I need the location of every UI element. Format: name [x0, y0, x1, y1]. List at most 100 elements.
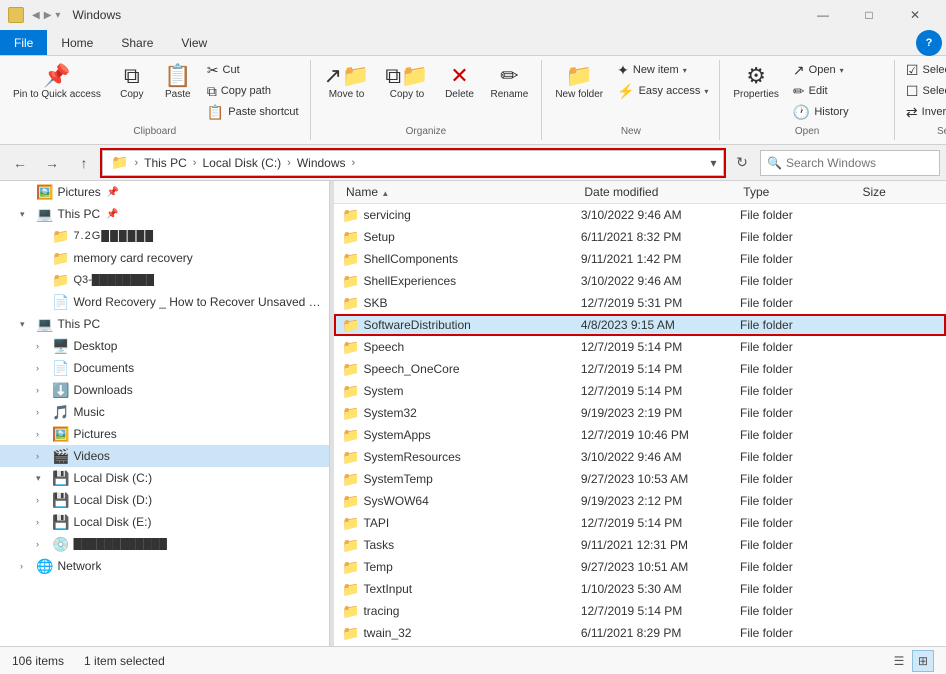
address-part-windows[interactable]: Windows [297, 156, 346, 170]
sidebar-item-q3[interactable]: 📁 Q3-████████ [0, 269, 329, 291]
folder-icon: 📁 [342, 273, 359, 290]
paste-shortcut-icon: 📋 [207, 104, 224, 121]
folder-icon: 📁 [342, 559, 359, 576]
col-header-type[interactable]: Type [739, 183, 858, 201]
file-row-tasks[interactable]: 📁 Tasks 9/11/2021 12:31 PM File folder [334, 534, 946, 556]
sidebar-item-local-disk-e[interactable]: › 💾 Local Disk (E:) [0, 511, 329, 533]
file-row-skb[interactable]: 📁 SKB 12/7/2019 5:31 PM File folder [334, 292, 946, 314]
file-row-tapi[interactable]: 📁 TAPI 12/7/2019 5:14 PM File folder [334, 512, 946, 534]
file-row-servicing[interactable]: 📁 servicing 3/10/2022 9:46 AM File folde… [334, 204, 946, 226]
properties-button[interactable]: ⚙ Properties [726, 60, 786, 126]
file-row-systemresources[interactable]: 📁 SystemResources 3/10/2022 9:46 AM File… [334, 446, 946, 468]
tab-home[interactable]: Home [47, 30, 107, 55]
up-button[interactable]: ↑ [70, 149, 98, 177]
delete-icon: ✕ [450, 65, 468, 87]
maximize-button[interactable]: □ [846, 0, 892, 30]
copy-button[interactable]: ⧉ Copy [110, 60, 154, 126]
tab-view[interactable]: View [167, 30, 221, 55]
address-bar-container: 📁 › This PC › Local Disk (C:) › Windows … [102, 150, 724, 176]
sidebar-item-this-pc-main[interactable]: ▾ 💻 This PC [0, 313, 329, 335]
file-row-shellcomponents[interactable]: 📁 ShellComponents 9/11/2021 1:42 PM File… [334, 248, 946, 270]
back-button[interactable]: ← [6, 149, 34, 177]
file-row-syswow64[interactable]: 📁 SysWOW64 9/19/2023 2:12 PM File folder [334, 490, 946, 512]
sidebar-item-blurred-1[interactable]: 📁 7.2G██████ [0, 225, 329, 247]
sidebar-item-videos[interactable]: › 🎬 Videos [0, 445, 329, 467]
file-row-system[interactable]: 📁 System 12/7/2019 5:14 PM File folder [334, 380, 946, 402]
open-button[interactable]: ↗ Open ▾ [788, 60, 888, 80]
copy-path-button[interactable]: ⧉ Copy path [202, 81, 304, 101]
list-view-button[interactable]: ⊞ [912, 650, 934, 672]
address-part-local-disk[interactable]: Local Disk (C:) [202, 156, 281, 170]
sidebar-item-blurred-drive[interactable]: › 💿 ████████████ [0, 533, 329, 555]
help-button[interactable]: ? [916, 30, 942, 56]
ribbon-group-new: 📁 New folder ✦ New item ▾ ⚡ Easy access … [542, 60, 720, 140]
folder-icon: 📁 [342, 581, 359, 598]
file-row-temp[interactable]: 📁 Temp 9/27/2023 10:51 AM File folder [334, 556, 946, 578]
select-all-button[interactable]: ☑ Select all [901, 60, 946, 80]
tab-share[interactable]: Share [107, 30, 167, 55]
select-none-button[interactable]: ☐ Select none [901, 81, 946, 101]
invert-selection-button[interactable]: ⇄ Invert selection [901, 102, 946, 122]
open-icon: ↗ [793, 62, 805, 79]
file-row-systemtemp[interactable]: 📁 SystemTemp 9/27/2023 10:53 AM File fol… [334, 468, 946, 490]
paste-button[interactable]: 📋 Paste [156, 60, 200, 126]
sidebar-item-network[interactable]: › 🌐 Network [0, 555, 329, 577]
sidebar-item-memory-card[interactable]: 📁 memory card recovery [0, 247, 329, 269]
column-headers: Name ▲ Date modified Type Size [334, 181, 946, 204]
address-dropdown-button[interactable]: ▾ [704, 150, 724, 176]
search-input[interactable] [786, 156, 933, 170]
address-part-this-pc[interactable]: This PC [144, 156, 187, 170]
window-controls: — □ ✕ [800, 0, 938, 30]
file-row-setup[interactable]: 📁 Setup 6/11/2021 8:32 PM File folder [334, 226, 946, 248]
file-row-shellexperiences[interactable]: 📁 ShellExperiences 3/10/2022 9:46 AM Fil… [334, 270, 946, 292]
rename-button[interactable]: ✏ Rename [484, 60, 536, 126]
sidebar-item-local-disk-c[interactable]: ▾ 💾 Local Disk (C:) [0, 467, 329, 489]
sidebar-item-downloads[interactable]: › ⬇️ Downloads [0, 379, 329, 401]
folder-icon: 📁 [342, 361, 359, 378]
edit-button[interactable]: ✏ Edit [788, 81, 888, 101]
address-bar[interactable]: 📁 › This PC › Local Disk (C:) › Windows … [102, 150, 704, 176]
details-view-button[interactable]: ☰ [888, 650, 910, 672]
file-row-speech[interactable]: 📁 Speech 12/7/2019 5:14 PM File folder [334, 336, 946, 358]
sidebar-item-local-disk-d[interactable]: › 💾 Local Disk (D:) [0, 489, 329, 511]
tab-file[interactable]: File [0, 30, 47, 55]
paste-shortcut-button[interactable]: 📋 Paste shortcut [202, 102, 304, 122]
file-row-speech-onecore[interactable]: 📁 Speech_OneCore 12/7/2019 5:14 PM File … [334, 358, 946, 380]
sidebar-item-pictures-main[interactable]: › 🖼️ Pictures [0, 423, 329, 445]
rename-icon: ✏ [500, 65, 518, 87]
minimize-button[interactable]: — [800, 0, 846, 30]
sidebar-item-pictures-quick[interactable]: 🖼️ Pictures 📌 [0, 181, 329, 203]
select-all-icon: ☑ [906, 62, 919, 79]
file-row-twain32[interactable]: 📁 twain_32 6/11/2021 8:29 PM File folder [334, 622, 946, 644]
open-label: Open [720, 126, 894, 137]
easy-access-icon: ⚡ [617, 83, 634, 100]
col-header-size[interactable]: Size [859, 183, 939, 201]
col-header-name[interactable]: Name ▲ [342, 183, 580, 201]
copy-to-button[interactable]: ⧉📁 Copy to [378, 60, 435, 126]
sidebar-item-word-recovery[interactable]: 📄 Word Recovery _ How to Recover Unsaved… [0, 291, 329, 313]
move-to-button[interactable]: ↗📁 Move to [317, 60, 377, 126]
folder-icon: 📁 [342, 427, 359, 444]
new-item-button[interactable]: ✦ New item ▾ [612, 60, 713, 80]
easy-access-button[interactable]: ⚡ Easy access ▾ [612, 81, 713, 101]
cut-button[interactable]: ✂ Cut [202, 60, 304, 80]
sidebar-item-this-pc-quick[interactable]: ▾ 💻 This PC 📌 [0, 203, 329, 225]
cut-icon: ✂ [207, 62, 219, 79]
delete-button[interactable]: ✕ Delete [438, 60, 482, 126]
file-row-systemapps[interactable]: 📁 SystemApps 12/7/2019 10:46 PM File fol… [334, 424, 946, 446]
copy-to-icon: ⧉📁 [385, 65, 428, 87]
sidebar-item-desktop[interactable]: › 🖥️ Desktop [0, 335, 329, 357]
file-row-softwaredistribution[interactable]: 📁 SoftwareDistribution 4/8/2023 9:15 AM … [334, 314, 946, 336]
file-row-system32[interactable]: 📁 System32 9/19/2023 2:19 PM File folder [334, 402, 946, 424]
pin-quick-access-button[interactable]: 📌 Pin to Quick access [6, 60, 108, 126]
forward-button[interactable]: → [38, 149, 66, 177]
sidebar-item-music[interactable]: › 🎵 Music [0, 401, 329, 423]
col-header-date[interactable]: Date modified [580, 183, 739, 201]
close-button[interactable]: ✕ [892, 0, 938, 30]
sidebar-item-documents[interactable]: › 📄 Documents [0, 357, 329, 379]
history-button[interactable]: 🕐 History [788, 102, 888, 122]
file-row-textinput[interactable]: 📁 TextInput 1/10/2023 5:30 AM File folde… [334, 578, 946, 600]
new-folder-button[interactable]: 📁 New folder [548, 60, 610, 126]
refresh-button[interactable]: ↻ [728, 149, 756, 177]
file-row-tracing[interactable]: 📁 tracing 12/7/2019 5:14 PM File folder [334, 600, 946, 622]
